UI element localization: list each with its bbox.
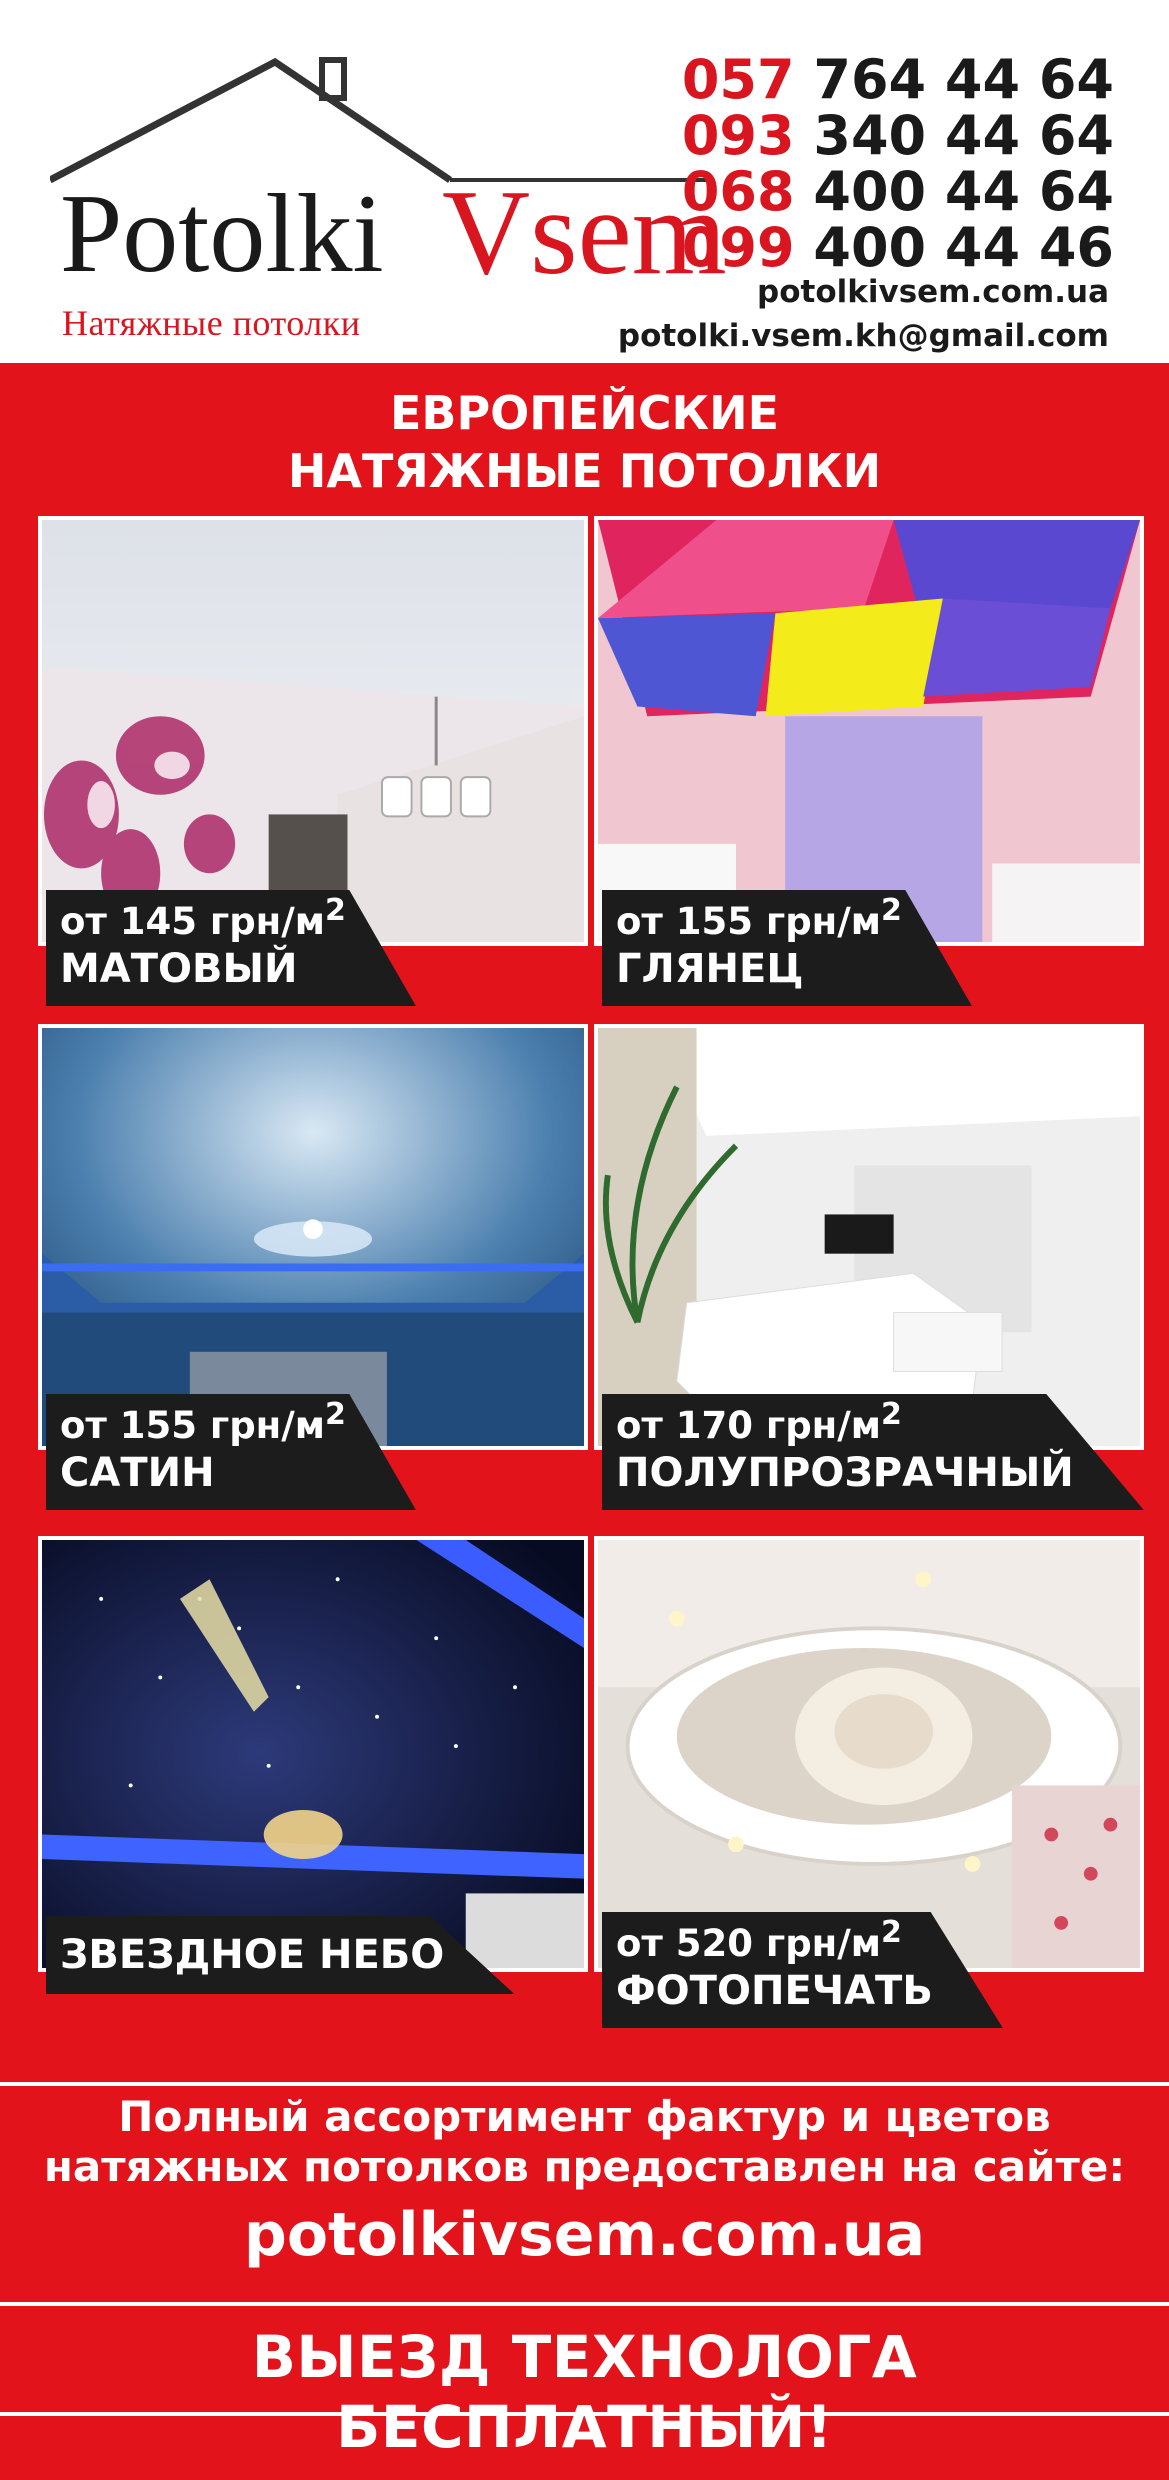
promo-banner: ВЫЕЗД ТЕХНОЛОГА БЕСПЛАТНЫЙ! [251, 2323, 918, 2461]
product-name: МАТОВЫЙ [60, 946, 298, 992]
divider [0, 2302, 1169, 2306]
product-photo [598, 1028, 1140, 1446]
brand-name: Potolki [60, 172, 384, 296]
product-name: ПОЛУПРОЗРАЧНЫЙ [616, 1450, 1074, 1496]
product-card-matte[interactable]: от 145 грн/м2 МАТОВЫЙ [38, 516, 588, 1006]
title-line: НАТЯЖНЫЕ ПОТОЛКИ [287, 444, 882, 498]
brand-subtitle: Натяжные потолки [62, 303, 361, 343]
phone-number[interactable]: 068 400 44 64 [674, 164, 1114, 220]
title-line: ЕВРОПЕЙСКИЕ [389, 386, 779, 440]
phone-number[interactable]: 099 400 44 46 [674, 220, 1114, 276]
product-photo [598, 520, 1140, 942]
phone-number[interactable]: 057 764 44 64 [674, 52, 1114, 108]
header: Potolki Vsem Натяжные потолки 057 764 44… [0, 0, 1169, 363]
product-price: от 520 грн/м2 [616, 1915, 902, 1966]
product-name: САТИН [60, 1450, 215, 1496]
product-card-translucent[interactable]: от 170 грн/м2 ПОЛУПРОЗРАЧНЫЙ [594, 1024, 1144, 1510]
product-photo [598, 1540, 1140, 1968]
phone-list: 057 764 44 64 093 340 44 64 068 400 44 6… [674, 52, 1114, 276]
product-price: от 155 грн/м2 [60, 1397, 346, 1448]
page-title: ЕВРОПЕЙСКИЕ НАТЯЖНЫЕ ПОТОЛКИ [0, 384, 1169, 500]
product-card-gloss[interactable]: от 155 грн/м2 ГЛЯНЕЦ [594, 516, 1144, 1006]
phone-number[interactable]: 093 340 44 64 [674, 108, 1114, 164]
product-name: ГЛЯНЕЦ [616, 946, 804, 992]
product-photo [42, 520, 584, 942]
assortment-line: Полный ассортимент фактур и цветов [118, 2092, 1051, 2141]
product-card-photo-print[interactable]: от 520 грн/м2 ФОТОПЕЧАТЬ [594, 1536, 1144, 2028]
divider [0, 2412, 1169, 2416]
product-card-starry-sky[interactable]: ЗВЕЗДНОЕ НЕБО [38, 1536, 588, 1994]
product-card-satin[interactable]: от 155 грн/м2 САТИН [38, 1024, 588, 1510]
assortment-website-link[interactable]: potolkivsem.com.ua [0, 2200, 1169, 2270]
product-price: от 170 грн/м2 [616, 1397, 902, 1448]
product-photo [42, 1540, 584, 1968]
website-link[interactable]: potolkivsem.com.ua [757, 274, 1109, 310]
product-name: ЗВЕЗДНОЕ НЕБО [60, 1932, 445, 1978]
email-link[interactable]: potolki.vsem.kh@gmail.com [618, 318, 1109, 354]
product-price: от 155 грн/м2 [616, 893, 902, 944]
product-photo [42, 1028, 584, 1446]
product-price: от 145 грн/м2 [60, 893, 346, 944]
product-name: ФОТОПЕЧАТЬ [616, 1968, 933, 2014]
divider [0, 2082, 1169, 2086]
assortment-line: натяжных потолков предоставлен на сайте: [43, 2142, 1126, 2191]
assortment-text: Полный ассортимент фактур и цветов натяж… [0, 2092, 1169, 2192]
